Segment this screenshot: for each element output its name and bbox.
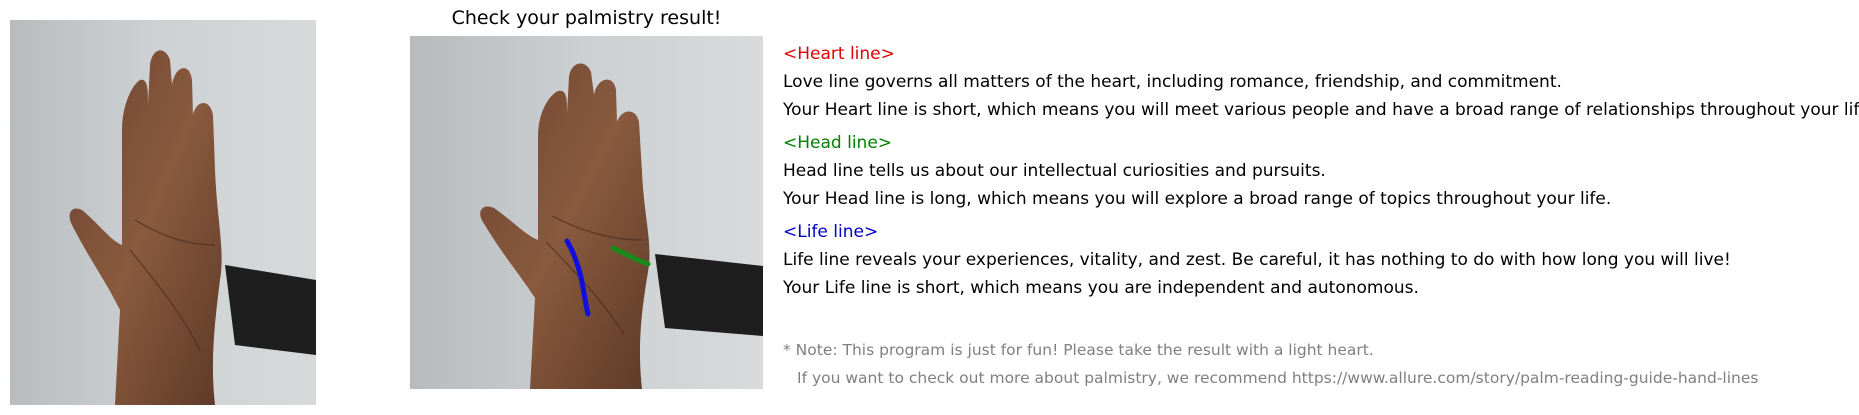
heart-line-result: Your Heart line is short, which means yo… <box>783 100 1859 120</box>
life-line-result: Your Life line is short, which means you… <box>783 278 1419 298</box>
original-hand-photo <box>10 20 316 405</box>
life-line-description: Life line reveals your experiences, vita… <box>783 250 1731 270</box>
head-line-description: Head line tells us about our intellectua… <box>783 161 1326 181</box>
life-line-heading: <Life line> <box>783 222 879 242</box>
disclaimer-note: * Note: This program is just for fun! Pl… <box>783 336 1758 392</box>
result-text: <Heart line> Love line governs all matte… <box>783 40 1859 302</box>
note-line-1: * Note: This program is just for fun! Pl… <box>783 341 1374 359</box>
heart-line-heading: <Heart line> <box>783 44 895 64</box>
result-title: Check your palmistry result! <box>451 7 722 29</box>
heart-line-description: Love line governs all matters of the hea… <box>783 72 1562 92</box>
head-line-result: Your Head line is long, which means you … <box>783 189 1612 209</box>
head-line-heading: <Head line> <box>783 133 893 153</box>
annotated-hand-photo <box>410 36 763 389</box>
note-line-2: If you want to check out more about palm… <box>797 369 1759 387</box>
